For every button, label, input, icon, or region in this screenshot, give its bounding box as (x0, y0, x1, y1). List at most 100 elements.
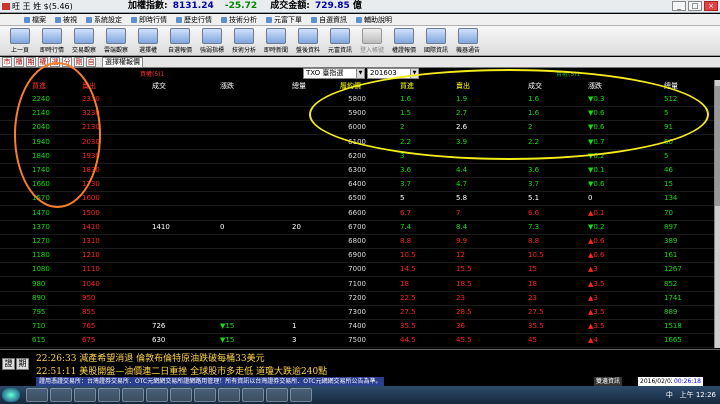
taskbar-app-3[interactable] (74, 388, 96, 402)
toolbar-button-label: 雲端觀察 (103, 47, 128, 54)
toolbar-button-7[interactable]: 技術分析 (228, 26, 260, 56)
menu-item-1[interactable]: 被視 (55, 14, 77, 25)
start-button[interactable] (2, 388, 20, 402)
call-bid: 1180 (32, 251, 50, 260)
menu-item-3[interactable]: 即時行情 (131, 14, 167, 25)
toolbar-button-10[interactable]: 元富資訊 (324, 26, 356, 56)
taskbar-app-8[interactable] (194, 388, 216, 402)
strike-price[interactable]: 6500 (342, 193, 366, 203)
menu-item-label: 自選資訊 (319, 15, 347, 24)
system-tray: 中 上午 12:26 (666, 390, 716, 400)
table-row[interactable]: 1080 1110 7000 14.5 15.5 15 ▲3 1267 (0, 262, 714, 276)
table-row[interactable]: 710 765 726 ▼15 1 7400 35.5 36 35.5 ▲3.5 1518 (0, 319, 714, 333)
toolbar-button-5[interactable]: 自選報價 (164, 26, 196, 56)
taskbar-app-6[interactable] (146, 388, 168, 402)
taskbar-app-12[interactable] (290, 388, 312, 402)
table-row[interactable]: 980 1040 7100 18 18.5 18 ▲3.5 852 (0, 277, 714, 291)
taskbar-app-7[interactable] (170, 388, 192, 402)
subbar-button-2[interactable]: 期 (26, 57, 36, 67)
news-btn-stock[interactable]: 證 (2, 358, 15, 370)
table-row[interactable]: 1370 1410 1410 0 20 6700 7.4 8.4 7.3 ▼0.2 897 (0, 220, 714, 234)
toolbar-button-13[interactable]: 國際資訊 (420, 26, 452, 56)
scrollbar-thumb[interactable] (715, 86, 720, 206)
news-line-1[interactable]: 22:26:33 減產希望消退 倫敦布倫特原油跌破每桶33美元 (36, 351, 265, 364)
table-row[interactable]: 1660 1730 6400 3.7 4.7 3.7 ▼0.6 15 (0, 177, 714, 191)
subbar-title: 選擇權報價 (102, 56, 143, 68)
put-bid: 27.5 (400, 308, 416, 316)
strike-price[interactable]: 7400 (342, 321, 366, 331)
table-row[interactable]: 615 675 630 ▼15 3 7500 44.5 45.5 45 ▲4 1665 (0, 333, 714, 347)
news-line-2[interactable]: 22:51:11 美股開盤—油價連二日重挫 全球股市多走低 道瓊大跌逾240點 (36, 364, 327, 377)
tray-lang[interactable]: 中 (666, 391, 673, 399)
taskbar-app-4[interactable] (98, 388, 120, 402)
call-bid: 1270 (32, 237, 50, 245)
toolbar-button-3[interactable]: 雲端觀察 (100, 26, 132, 56)
strike-price[interactable]: 6800 (342, 236, 366, 246)
menu-item-2[interactable]: 系統設定 (86, 14, 122, 25)
menu-item-5[interactable]: 技術分析 (221, 14, 257, 25)
menu-icon (266, 16, 272, 23)
toolbar-button-9[interactable]: 盤後資料 (292, 26, 324, 56)
toolbar-button-0[interactable]: 上一頁 (4, 26, 36, 56)
subbar-button-6[interactable]: 剛 (74, 57, 84, 67)
toolbar-button-label: 即時新聞 (263, 47, 288, 54)
put-bid: 22.5 (400, 293, 416, 302)
call-ask: 1600 (82, 194, 100, 203)
put-volume: 1665 (664, 336, 682, 345)
menu-icon (221, 16, 227, 23)
strike-price[interactable]: 6400 (342, 179, 366, 189)
vertical-scrollbar[interactable] (714, 80, 720, 348)
put-volume: 897 (664, 222, 678, 231)
minimize-button[interactable]: _ (672, 1, 686, 11)
taskbar-app-11[interactable] (266, 388, 288, 402)
menu-item-0[interactable]: 檔案 (24, 14, 46, 25)
close-button[interactable]: × (704, 1, 718, 11)
table-row[interactable]: 1470 1500 6600 6.7 7 6.6 ▲0.1 70 (0, 206, 714, 220)
subbar-button-1[interactable]: 櫃 (14, 57, 24, 67)
table-row[interactable]: 1270 1310 6800 8.8 9.9 8.8 ▲0.6 389 (0, 234, 714, 248)
toolbar-button-11[interactable]: 登入帳號 (356, 26, 388, 56)
taskbar-app-5[interactable] (122, 388, 144, 402)
menu-item-6[interactable]: 元富下單 (266, 14, 302, 25)
table-row[interactable]: 795 855 7300 27.5 28.5 27.5 ▲3.5 889 (0, 305, 714, 319)
strike-price[interactable]: 7200 (342, 293, 366, 303)
taskbar-app-1[interactable] (26, 388, 48, 402)
strike-price[interactable]: 7100 (342, 279, 366, 289)
table-row[interactable]: 1740 1830 6300 3.6 4.4 3.6 ▼0.1 46 (0, 163, 714, 177)
toolbar-button-12[interactable]: 權證報價 (388, 26, 420, 56)
taskbar-app-10[interactable] (242, 388, 264, 402)
taskbar-app-9[interactable] (218, 388, 240, 402)
toolbar-button-2[interactable]: 交易觀察 (68, 26, 100, 56)
toolbar-button-8[interactable]: 即時新聞 (260, 26, 292, 56)
toolbar-button-6[interactable]: 強弱指標 (196, 26, 228, 56)
menu-bar: 檔案 被視 系統設定 即時行情 歷史行情 技術分析 元富下單 自選資訊 輔助說明 (0, 14, 720, 26)
table-row[interactable]: 1180 1210 6900 10.5 12 10.5 ▲0.6 161 (0, 248, 714, 262)
news-btn-future[interactable]: 期 (16, 358, 29, 370)
taskbar-app-2[interactable] (50, 388, 72, 402)
maximize-button[interactable]: □ (688, 1, 702, 11)
strike-price[interactable]: 6300 (342, 165, 366, 175)
strike-price[interactable]: 6200 (342, 151, 366, 161)
put-volume: 1741 (664, 293, 682, 302)
subbar-button-7[interactable]: 自 (86, 57, 96, 67)
strike-price[interactable]: 7300 (342, 307, 366, 317)
subbar-button-0[interactable]: 市 (2, 57, 12, 67)
product-select[interactable]: TXO 臺指選 ▼ (303, 68, 365, 79)
menu-item-4[interactable]: 歷史行情 (176, 14, 212, 25)
strike-price[interactable]: 7500 (342, 335, 366, 345)
toolbar-icon (394, 28, 414, 44)
menu-item-7[interactable]: 自選資訊 (311, 14, 347, 25)
put-ask: 12 (456, 251, 465, 260)
toolbar-button-14[interactable]: 機器通告 (452, 26, 484, 56)
strike-price[interactable]: 6600 (342, 208, 366, 218)
amount-label: 成交金額: (270, 1, 310, 11)
put-ask: 7 (456, 208, 461, 217)
toolbar-button-1[interactable]: 即時行情 (36, 26, 68, 56)
table-row[interactable]: 1570 1600 6500 5 5.8 5.1 0 134 (0, 191, 714, 205)
strike-price[interactable]: 6900 (342, 250, 366, 260)
menu-item-8[interactable]: 輔助說明 (356, 14, 392, 25)
toolbar-button-4[interactable]: 選擇權 (132, 26, 164, 56)
strike-price[interactable]: 7000 (342, 264, 366, 274)
strike-price[interactable]: 6700 (342, 222, 366, 232)
table-row[interactable]: 890 950 7200 22.5 23 23 ▲3 1741 (0, 291, 714, 305)
